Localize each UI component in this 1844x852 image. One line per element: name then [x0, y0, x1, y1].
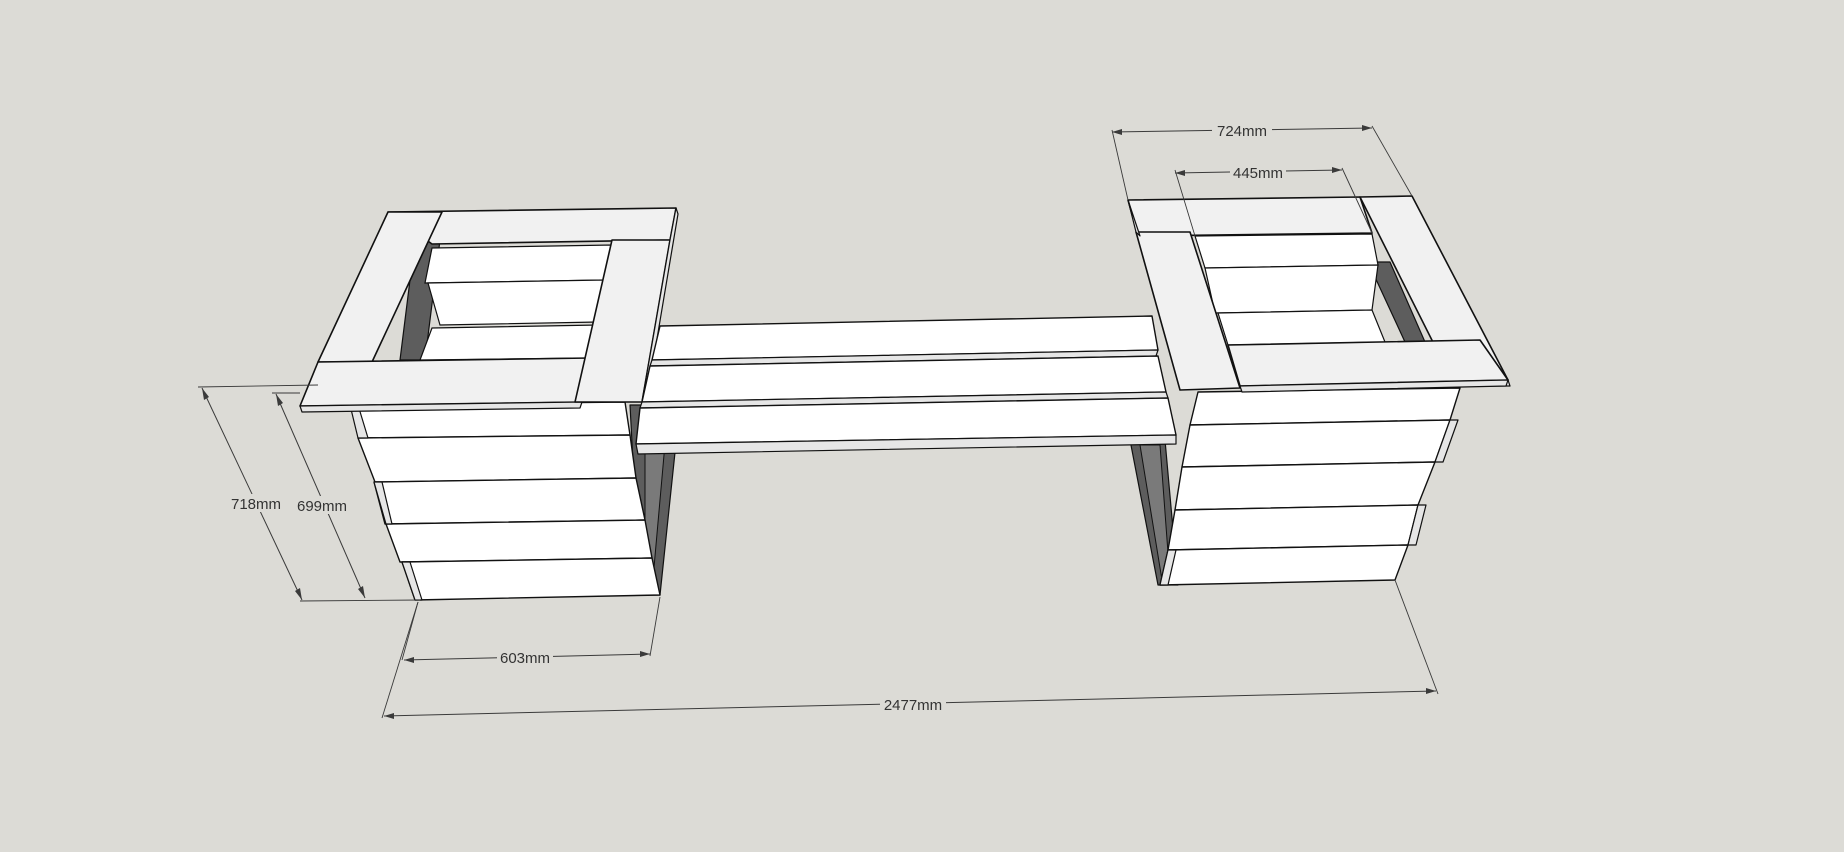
right-top-back-board: [1127, 196, 1373, 237]
dimension-603: 603mm: [401, 596, 661, 667]
left-planter: [299, 207, 681, 601]
dimension-label-699: 699mm: [297, 498, 347, 515]
left-front-board-5: [401, 557, 661, 601]
planter-bench-model: 724mm 445mm 718mm 699mm 603mm 2477mm: [197, 121, 1511, 719]
left-inner-board-2: [427, 279, 606, 326]
right-front-board-3: [1174, 461, 1436, 511]
right-inner-board-2: [1204, 264, 1379, 314]
dimension-label-603: 603mm: [500, 650, 550, 667]
right-front-board-5: [1159, 544, 1409, 586]
dimension-label-718: 718mm: [231, 496, 281, 513]
dimension-label-445: 445mm: [1233, 165, 1283, 182]
dimension-label-2477: 2477mm: [884, 697, 942, 714]
left-front-board-2: [357, 434, 637, 483]
right-inner-board-3: [1217, 309, 1386, 346]
left-front-board-4: [385, 519, 653, 563]
right-front-board-2: [1181, 419, 1451, 468]
left-inner-board-1: [424, 244, 613, 284]
left-front-board-3: [373, 477, 646, 525]
left-inner-board-3: [419, 324, 599, 361]
bench-seat: [635, 315, 1177, 455]
right-front-board-1: [1189, 387, 1461, 426]
left-top-front-board: [299, 357, 591, 407]
right-top-front-board: [1227, 339, 1509, 387]
right-inner-board-1: [1194, 233, 1379, 269]
right-front-board-4: [1167, 504, 1419, 551]
dimension-label-724: 724mm: [1217, 123, 1267, 140]
dimension-724: 724mm: [1111, 121, 1413, 201]
right-planter: [1127, 195, 1511, 586]
